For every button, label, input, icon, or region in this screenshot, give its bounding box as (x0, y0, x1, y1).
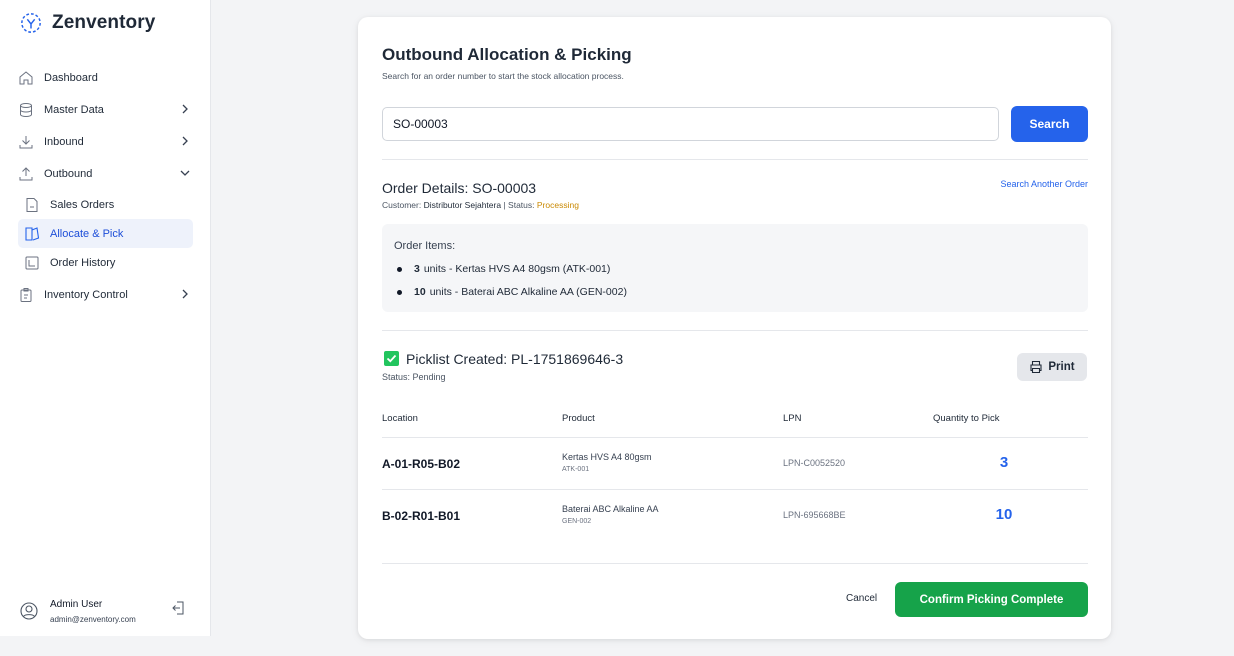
sidebar-item-inbound[interactable]: Inbound (0, 126, 211, 158)
row-location: B-02-R01-B01 (382, 509, 461, 523)
column-header: Location (382, 413, 418, 424)
brand[interactable]: Zenventory (20, 12, 155, 34)
row-product: Baterai ABC Alkaline AA (562, 504, 659, 514)
picklist-title: Picklist Created: PL-1751869646-3 (406, 351, 624, 367)
sidebar-item-label: Order History (50, 256, 116, 269)
row-lpn: LPN-695668BE (783, 510, 846, 520)
sidebar: Zenventory Dashboard Master Data Inbound (0, 0, 211, 636)
check-icon (384, 351, 399, 366)
search-another-order-link[interactable]: Search Another Order (1000, 179, 1088, 189)
allocate-icon (24, 226, 40, 242)
user-profile: Admin User admin@zenventory.com (20, 594, 195, 628)
customer-label: Customer: (382, 200, 422, 210)
order-items-box: Order Items: 3 units - Kertas HVS A4 80g… (382, 224, 1088, 312)
sidebar-item-label: Inbound (44, 136, 84, 148)
item-text: units - Baterai ABC Alkaline AA (GEN-002… (429, 286, 627, 298)
sidebar-item-outbound[interactable]: Outbound (0, 158, 211, 190)
chevron-right-icon (182, 289, 188, 299)
list-item: 3 units - Kertas HVS A4 80gsm (ATK-001) (394, 263, 627, 286)
bullet (397, 290, 402, 295)
item-qty: 10 (414, 286, 426, 298)
database-icon (18, 102, 34, 118)
chevron-right-icon (182, 136, 188, 146)
order-search-input[interactable] (382, 107, 999, 141)
status-label: Status: (508, 200, 535, 210)
row-sku: GEN-002 (562, 518, 592, 525)
sidebar-item-inventory-control[interactable]: Inventory Control (0, 279, 211, 311)
sidebar-nav: Dashboard Master Data Inbound Outbound S… (0, 62, 211, 311)
sidebar-item-label: Inventory Control (44, 289, 128, 301)
sidebar-item-order-history[interactable]: Order History (18, 248, 193, 277)
order-title: Order Details: SO-00003 (382, 180, 537, 196)
list-item: 10 units - Baterai ABC Alkaline AA (GEN-… (394, 286, 627, 309)
order-items-label: Order Items: (394, 240, 456, 252)
row-sku: ATK-001 (562, 466, 590, 473)
user-email: admin@zenventory.com (50, 614, 136, 624)
confirm-picking-button[interactable]: Confirm Picking Complete (895, 582, 1088, 617)
picklist-table-header: Location Product LPN Quantity to Pick (382, 413, 1088, 437)
row-product: Kertas HVS A4 80gsm (562, 452, 652, 462)
sidebar-item-allocate-pick[interactable]: Allocate & Pick (18, 219, 193, 248)
document-icon (24, 197, 40, 213)
history-icon (24, 255, 40, 271)
table-row: A-01-R05-B02 Kertas HVS A4 80gsm ATK-001… (382, 438, 1088, 490)
logo-icon (21, 13, 41, 33)
order-meta: Customer: Distributor Sejahtera | Status… (382, 200, 579, 210)
row-lpn: LPN-C0052520 (783, 458, 846, 468)
page-title: Outbound Allocation & Picking (382, 45, 632, 64)
sidebar-item-dashboard[interactable]: Dashboard (0, 62, 211, 94)
item-qty: 3 (414, 263, 420, 275)
divider (382, 330, 1088, 331)
cancel-button[interactable]: Cancel (846, 593, 877, 604)
customer-name: Distributor Sejahtera (423, 200, 502, 210)
column-header: LPN (783, 413, 802, 424)
row-location: A-01-R05-B02 (382, 457, 461, 471)
home-icon (18, 70, 34, 86)
allocation-card: Outbound Allocation & Picking Search for… (358, 17, 1111, 639)
sidebar-item-label: Dashboard (44, 72, 98, 84)
sidebar-item-sales-orders[interactable]: Sales Orders (18, 190, 193, 219)
sidebar-item-label: Master Data (44, 104, 104, 116)
chevron-down-icon (180, 170, 190, 176)
page-subtitle: Search for an order number to start the … (382, 71, 624, 81)
search-button[interactable]: Search (1011, 106, 1088, 142)
sidebar-item-master-data[interactable]: Master Data (0, 94, 211, 126)
bullet (397, 267, 402, 272)
sidebar-item-label: Allocate & Pick (50, 227, 124, 240)
chevron-right-icon (182, 104, 188, 114)
avatar-icon (20, 602, 38, 620)
user-name: Admin User (50, 598, 103, 610)
divider (382, 563, 1088, 564)
printer-icon (1030, 360, 1042, 374)
print-button[interactable]: Print (1017, 353, 1087, 381)
row-quantity: 3 (999, 454, 1009, 471)
meta-separator: | (503, 200, 506, 210)
clipboard-icon (18, 287, 34, 303)
column-header: Product (562, 413, 595, 424)
order-items-list: 3 units - Kertas HVS A4 80gsm (ATK-001) … (394, 263, 627, 309)
row-quantity: 10 (995, 506, 1013, 523)
upload-icon (18, 166, 34, 182)
download-icon (18, 134, 34, 150)
logout-icon[interactable] (171, 600, 187, 616)
print-label: Print (1048, 361, 1075, 373)
item-text: units - Kertas HVS A4 80gsm (ATK-001) (423, 263, 611, 275)
column-header: Quantity to Pick (933, 413, 1000, 424)
sidebar-item-label: Outbound (44, 168, 93, 180)
brand-name: Zenventory (52, 12, 156, 33)
order-status: Processing (536, 200, 579, 210)
picklist-status: Status: Pending (382, 372, 446, 382)
divider (382, 159, 1088, 160)
table-row: B-02-R01-B01 Baterai ABC Alkaline AA GEN… (382, 490, 1088, 542)
sidebar-item-label: Sales Orders (50, 198, 115, 211)
